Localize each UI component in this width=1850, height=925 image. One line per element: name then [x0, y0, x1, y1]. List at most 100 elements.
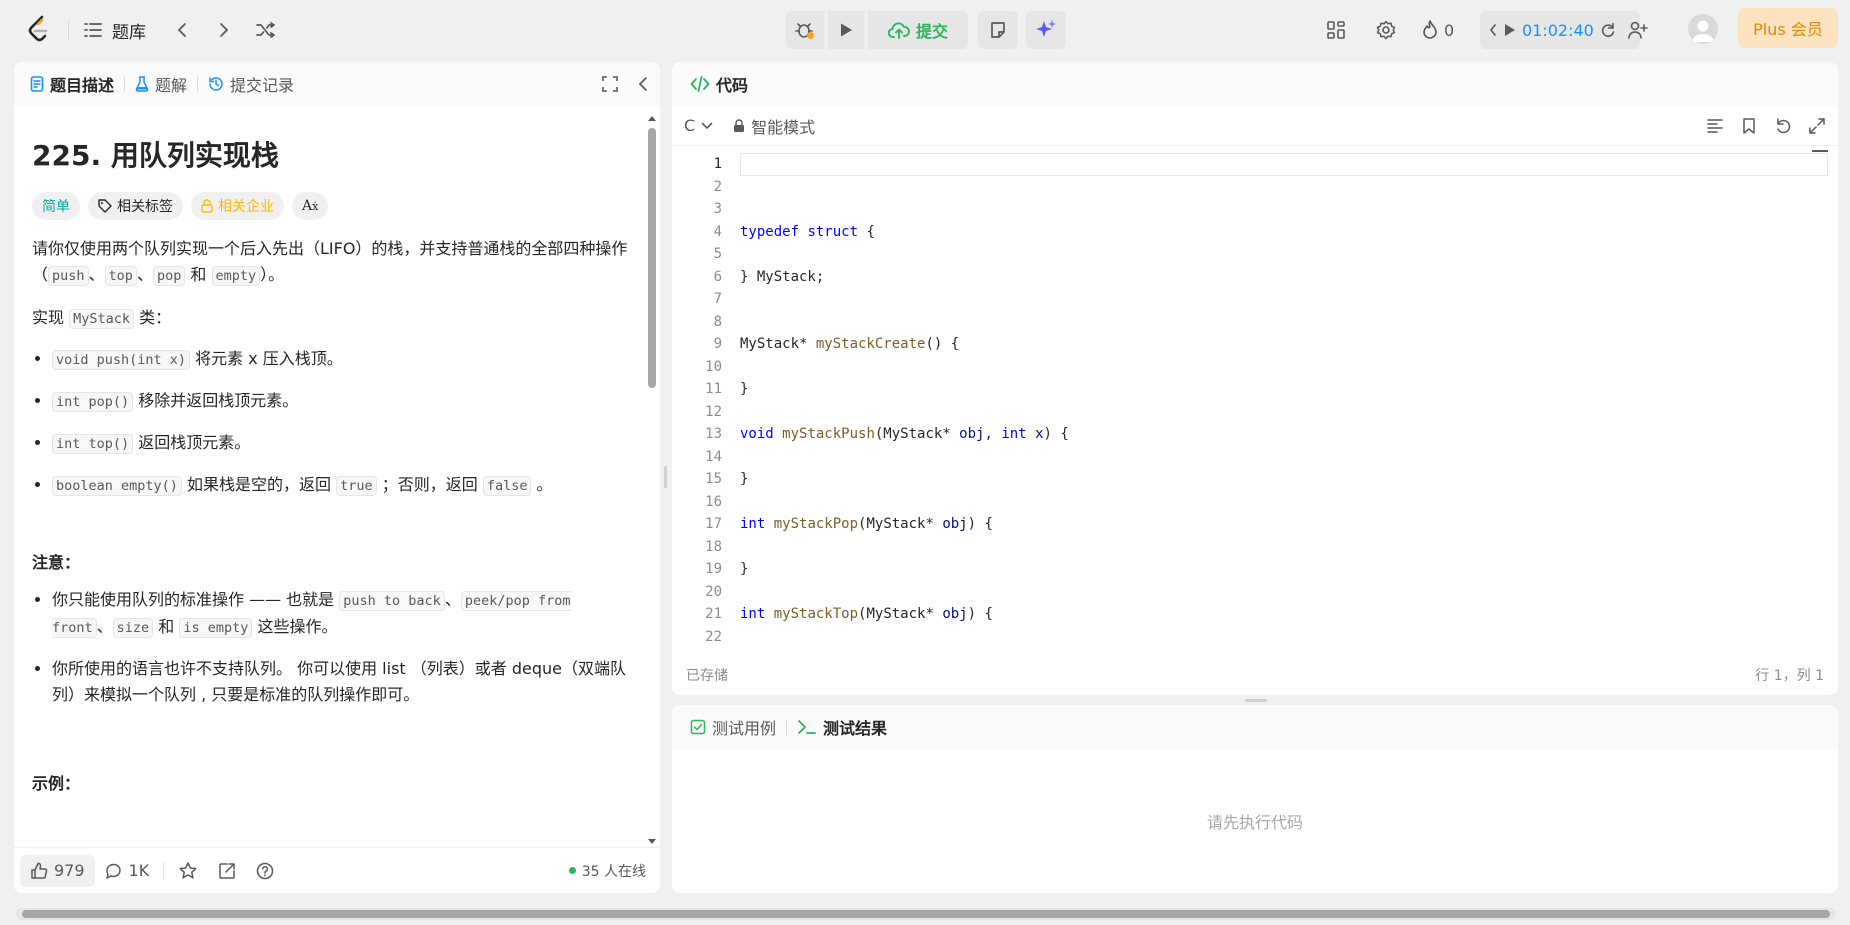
flask-icon: [135, 76, 149, 92]
inline-code: true: [336, 476, 377, 496]
debug-button[interactable]: [786, 11, 824, 49]
tab-divider: [786, 719, 788, 735]
description-scrollbar[interactable]: [646, 112, 656, 848]
note-text: 、: [444, 590, 461, 609]
line-numbers: 1 2 3 4 5 6 7 8 9 10 11 12 13 14 15 16 17 18 19 20 21 22: [672, 153, 722, 646]
terminal-icon: [797, 719, 817, 735]
line-number: 10: [705, 358, 722, 375]
list-item: boolean empty() 如果栈是空的，返回 true ；否则，返回 fa…: [52, 472, 628, 499]
implement-text: 实现 MyStack 类：: [32, 305, 628, 332]
plus-membership-button[interactable]: Plus 会员: [1738, 8, 1838, 48]
panel-resize-handle-vertical[interactable]: [664, 466, 667, 488]
help-button[interactable]: [246, 855, 284, 887]
favorite-button[interactable]: [168, 855, 208, 887]
notes-button[interactable]: [978, 11, 1018, 49]
translate-button[interactable]: Aẋ: [292, 192, 329, 220]
comments-button[interactable]: 1K: [95, 855, 160, 887]
list-item: int pop() 移除并返回栈顶元素。: [52, 388, 628, 415]
reset-icon[interactable]: [1774, 117, 1792, 135]
fullscreen-icon[interactable]: [602, 76, 618, 92]
format-icon[interactable]: [1706, 117, 1724, 135]
sparkle-icon: [1035, 19, 1057, 41]
smart-mode-label: 智能模式: [751, 117, 816, 137]
cursor-position: 行 1，列 1: [1755, 668, 1824, 684]
line-number: 14: [705, 448, 722, 465]
list-item: int top() 返回栈顶元素。: [52, 430, 628, 457]
collapse-panel-icon[interactable]: [638, 76, 648, 92]
settings-button[interactable]: [1372, 16, 1400, 44]
line-number: 4: [713, 223, 722, 240]
inline-code: int pop(): [52, 392, 134, 412]
tag-icon: [98, 199, 112, 213]
problem-title[interactable]: 225. 用队列实现栈: [32, 134, 628, 174]
code-line: typedef struct {: [740, 223, 875, 240]
code-status-bar: 已存储 行 1，列 1: [672, 655, 1838, 695]
tab-testcases[interactable]: 测试用例: [684, 705, 782, 749]
timer-collapse-icon[interactable]: [1488, 23, 1498, 37]
star-icon: [178, 861, 198, 881]
companies-tag-button[interactable]: 相关企业: [191, 192, 284, 220]
share-button[interactable]: [208, 855, 246, 887]
prev-problem-button[interactable]: [168, 16, 196, 44]
tab-submissions-label: 提交记录: [230, 76, 295, 95]
inline-code: push: [48, 266, 89, 286]
user-avatar[interactable]: [1688, 14, 1718, 44]
problem-list-label: 题库: [112, 22, 146, 43]
smart-mode-toggle[interactable]: 智能模式: [733, 114, 815, 138]
add-friend-icon[interactable]: [1628, 21, 1648, 39]
code-editor[interactable]: 1 2 3 4 5 6 7 8 9 10 11 12 13 14 15 16 17 18 19 20 21 22 type…: [672, 146, 1838, 646]
line-number: 7: [713, 291, 722, 307]
code-line: int myStackPop(MyStack* obj) {: [740, 516, 993, 532]
problem-tags: 简单 相关标签 相关企业 Aẋ: [32, 192, 628, 220]
scrollbar-thumb[interactable]: [22, 910, 1830, 918]
topics-tag-button[interactable]: 相关标签: [88, 192, 183, 220]
minimap-indicator[interactable]: [1812, 150, 1828, 152]
panel-resize-handle-horizontal[interactable]: [1245, 699, 1267, 702]
timer-play-icon[interactable]: [1504, 23, 1516, 37]
method-list: void push(int x) 将元素 x 压入栈顶。 int pop() 移…: [32, 346, 628, 499]
page-horizontal-scrollbar[interactable]: [16, 908, 1836, 920]
top-bar: 题库 提交 0 01:02:40 Plus 会员: [0, 0, 1850, 58]
streak-counter[interactable]: 0: [1422, 16, 1454, 44]
random-problem-button[interactable]: [252, 16, 280, 44]
test-results-body: 请先执行代码: [672, 749, 1838, 893]
chevron-left-icon: [176, 22, 188, 38]
line-number: 17: [705, 516, 722, 532]
next-problem-button[interactable]: [210, 16, 238, 44]
checkbox-icon: [690, 719, 706, 735]
editor-actions: [1706, 117, 1826, 135]
expand-icon[interactable]: [1808, 117, 1826, 135]
code-line: }: [740, 561, 749, 577]
tab-description[interactable]: 题目描述: [24, 62, 120, 106]
document-icon: [30, 76, 44, 92]
code-content[interactable]: typedef struct { } MyStack; MyStack* myS…: [740, 153, 1838, 646]
language-select[interactable]: C: [684, 116, 713, 135]
method-desc: 将元素 x 压入栈顶。: [190, 349, 343, 368]
ai-assistant-button[interactable]: [1026, 11, 1066, 49]
problem-list-button[interactable]: 题库: [84, 16, 146, 44]
empty-results-text: 请先执行代码: [1206, 813, 1303, 832]
tab-testresults[interactable]: 测试结果: [791, 705, 893, 749]
method-desc: ；否则，返回: [376, 475, 483, 494]
method-desc: 移除并返回栈顶元素。: [133, 391, 299, 410]
leetcode-logo[interactable]: [24, 14, 54, 44]
timer-reset-icon[interactable]: [1600, 22, 1616, 38]
tab-submissions[interactable]: 提交记录: [202, 62, 300, 106]
layout-button[interactable]: [1322, 16, 1350, 44]
submit-button[interactable]: 提交: [868, 11, 968, 49]
chevron-right-icon: [218, 22, 230, 38]
bookmark-icon[interactable]: [1740, 117, 1758, 135]
online-count: 35 人在线: [568, 861, 654, 881]
like-button[interactable]: 979: [20, 854, 95, 887]
play-icon: [839, 22, 853, 38]
timer-value: 01:02:40: [1522, 20, 1594, 40]
tab-code[interactable]: 代码: [684, 62, 754, 106]
run-button[interactable]: [828, 11, 864, 49]
line-number: 9: [713, 336, 722, 352]
method-desc: 如果栈是空的，返回: [181, 475, 337, 494]
topics-tag-label: 相关标签: [117, 199, 173, 215]
scrollbar-thumb[interactable]: [648, 128, 656, 388]
tab-solutions[interactable]: 题解: [129, 62, 193, 106]
thumbs-up-icon: [30, 862, 48, 880]
